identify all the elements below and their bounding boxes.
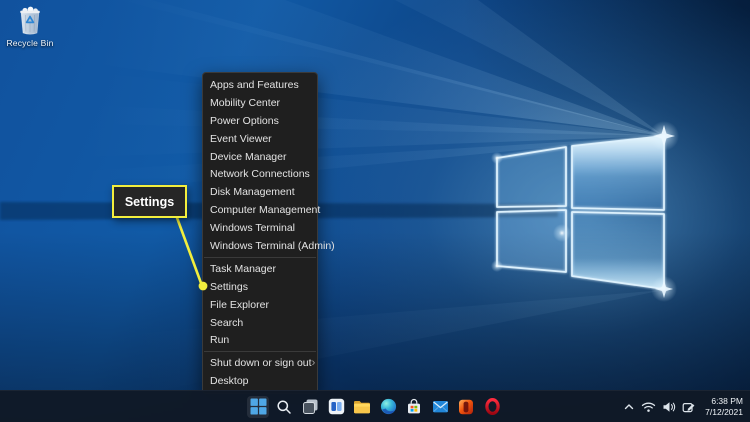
pen-icon (682, 401, 696, 414)
file-explorer-icon (353, 399, 371, 415)
taskbar-icon-mail[interactable] (429, 396, 451, 418)
winx-context-menu: Apps and Features Mobility Center Power Op… (202, 72, 318, 394)
microsoft-store-icon (406, 398, 422, 415)
menu-item-desktop[interactable]: Desktop (203, 372, 317, 390)
taskbar-icon-file-explorer[interactable] (351, 396, 373, 418)
widgets-icon (328, 398, 345, 415)
settings-callout: Settings (112, 185, 187, 218)
taskbar-icon-start[interactable] (247, 396, 269, 418)
taskbar-icon-microsoft-store[interactable] (403, 396, 425, 418)
menu-item-label: Event Viewer (210, 133, 310, 145)
taskbar-icon-opera[interactable] (481, 396, 503, 418)
office-icon (458, 399, 474, 415)
tray-volume[interactable] (662, 401, 676, 413)
taskbar-clock[interactable]: 6:38 PM 7/12/2021 (705, 396, 743, 418)
menu-item-label: Search (210, 317, 310, 329)
menu-item-label: Network Connections (210, 168, 310, 180)
menu-item-label: Windows Terminal (210, 222, 310, 234)
tray-wifi[interactable] (641, 401, 656, 413)
menu-item-label: Desktop (210, 375, 310, 387)
menu-item-label: Settings (210, 281, 310, 293)
menu-item-label: Mobility Center (210, 97, 310, 109)
start-icon (250, 398, 267, 415)
taskbar-icon-office[interactable] (455, 396, 477, 418)
menu-item-shut-down-or-sign-out[interactable]: Shut down or sign out› (203, 354, 317, 372)
menu-item-network-connections[interactable]: Network Connections (203, 165, 317, 183)
wifi-icon (641, 401, 656, 413)
menu-item-windows-terminal[interactable]: Windows Terminal (203, 219, 317, 237)
edge-icon (380, 398, 397, 415)
recycle-bin-label: Recycle Bin (5, 38, 55, 48)
tray-pen[interactable] (682, 401, 696, 414)
task-view-icon (302, 398, 319, 415)
menu-item-windows-terminal-admin[interactable]: Windows Terminal (Admin) (203, 237, 317, 255)
menu-item-label: Apps and Features (210, 79, 310, 91)
menu-item-label: Windows Terminal (Admin) (210, 240, 335, 252)
clock-date: 7/12/2021 (705, 407, 743, 418)
menu-separator (204, 351, 316, 352)
hidden-icons-chevron-icon (623, 401, 635, 413)
menu-item-search[interactable]: Search (203, 314, 317, 332)
taskbar-icon-task-view[interactable] (299, 396, 321, 418)
menu-item-apps-and-features[interactable]: Apps and Features (203, 76, 317, 94)
taskbar-icon-widgets[interactable] (325, 396, 347, 418)
recycle-bin-icon (17, 6, 43, 36)
menu-item-label: Disk Management (210, 186, 310, 198)
taskbar-icon-search[interactable] (273, 396, 295, 418)
submenu-chevron-icon: › (312, 358, 316, 369)
menu-item-label: Device Manager (210, 151, 310, 163)
menu-item-power-options[interactable]: Power Options (203, 112, 317, 130)
desktop-icon-recycle-bin[interactable]: Recycle Bin (5, 6, 55, 48)
menu-item-computer-management[interactable]: Computer Management (203, 201, 317, 219)
menu-item-label: Task Manager (210, 263, 310, 275)
taskbar-icon-group (247, 396, 503, 418)
menu-item-device-manager[interactable]: Device Manager (203, 148, 317, 166)
windows-desktop: Recycle Bin Apps and Features Mobility Ce… (0, 0, 750, 422)
menu-item-run[interactable]: Run (203, 331, 317, 349)
clock-time: 6:38 PM (705, 396, 743, 407)
settings-callout-label: Settings (125, 195, 174, 209)
tray-icon-group (623, 401, 696, 414)
menu-separator (204, 257, 316, 258)
volume-icon (662, 401, 676, 413)
taskbar-icon-edge[interactable] (377, 396, 399, 418)
menu-item-task-manager[interactable]: Task Manager (203, 260, 317, 278)
menu-item-disk-management[interactable]: Disk Management (203, 183, 317, 201)
menu-item-mobility-center[interactable]: Mobility Center (203, 94, 317, 112)
menu-item-label: Run (210, 334, 310, 346)
mail-icon (432, 399, 449, 414)
menu-item-event-viewer[interactable]: Event Viewer (203, 130, 317, 148)
taskbar: 6:38 PM 7/12/2021 (0, 390, 750, 422)
menu-item-file-explorer[interactable]: File Explorer (203, 296, 317, 314)
menu-item-label: Computer Management (210, 204, 320, 216)
menu-item-settings[interactable]: Settings (203, 278, 317, 296)
tray-hidden-icons-chevron[interactable] (623, 401, 635, 413)
opera-icon (485, 398, 500, 415)
search-icon (276, 399, 292, 415)
menu-item-label: Power Options (210, 115, 310, 127)
system-tray: 6:38 PM 7/12/2021 (623, 391, 743, 422)
menu-item-label: Shut down or sign out (210, 357, 312, 369)
menu-item-label: File Explorer (210, 299, 310, 311)
